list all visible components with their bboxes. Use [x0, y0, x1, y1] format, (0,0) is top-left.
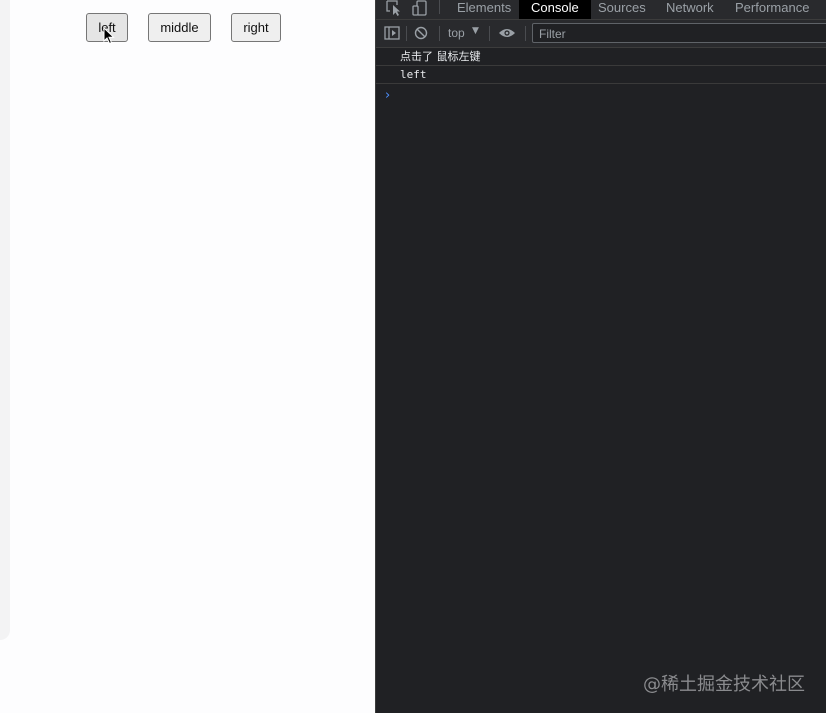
tab-console[interactable]: Console: [519, 0, 591, 19]
context-selector[interactable]: top: [448, 26, 465, 40]
page-edge-panel: [0, 0, 10, 640]
console-prompt-icon[interactable]: ›: [385, 88, 390, 103]
tab-performance[interactable]: Performance: [735, 0, 809, 19]
context-dropdown-arrow-icon[interactable]: ▼: [472, 26, 479, 36]
toolbar-separator: [439, 26, 440, 41]
toolbar-separator: [406, 26, 407, 41]
inspect-element-icon[interactable]: [385, 0, 403, 16]
mouse-pointer-icon: [103, 27, 115, 45]
tab-separator: [439, 0, 440, 14]
tab-elements[interactable]: Elements: [457, 0, 511, 19]
device-toolbar-icon[interactable]: [411, 0, 429, 16]
console-toolbar: top ▼ Filter: [376, 20, 826, 48]
console-message: left: [376, 66, 826, 84]
devtools-tab-bar: Elements Console Sources Network Perform…: [376, 0, 826, 20]
tab-sources[interactable]: Sources: [598, 0, 646, 19]
toolbar-separator: [489, 26, 490, 41]
watermark: @稀土掘金技术社区: [643, 674, 805, 695]
web-page: left middle right: [0, 0, 375, 713]
devtools-panel: Elements Console Sources Network Perform…: [375, 0, 826, 713]
sidebar-toggle-icon[interactable]: [384, 26, 402, 42]
middle-button[interactable]: middle: [148, 13, 211, 42]
clear-console-icon[interactable]: [414, 26, 432, 42]
live-expression-eye-icon[interactable]: [498, 26, 516, 42]
console-output: 点击了 鼠标左键 left ›: [376, 48, 826, 103]
right-button[interactable]: right: [231, 13, 281, 42]
tab-network[interactable]: Network: [666, 0, 714, 19]
filter-input[interactable]: Filter: [532, 23, 826, 43]
console-message: 点击了 鼠标左键: [376, 48, 826, 66]
toolbar-separator: [525, 26, 526, 41]
